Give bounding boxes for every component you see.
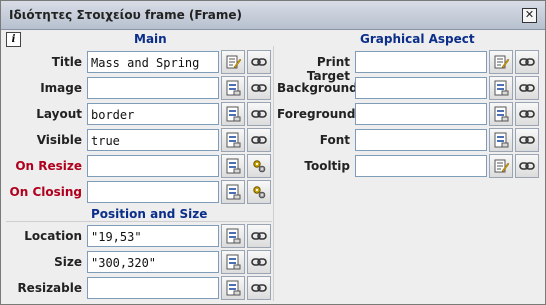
edit-text-button[interactable] [489,50,513,74]
link-icon [251,80,267,96]
main-on-resize-field[interactable] [87,155,219,177]
link-button[interactable] [515,76,539,100]
link-button[interactable] [247,276,271,300]
link-button[interactable] [247,76,271,100]
graphical-background-label: Background [277,81,358,95]
link-button[interactable] [247,128,271,152]
link-icon [251,106,267,122]
browse-button[interactable] [221,180,245,204]
link-button[interactable] [515,154,539,178]
edit-text-icon [493,158,509,174]
window-title: Ιδιότητες Στοιχείου frame (Frame) [9,8,242,22]
graphical-background-field[interactable] [355,77,487,99]
graphical-foreground-field[interactable] [355,103,487,125]
link-button[interactable] [247,50,271,74]
graphical-print-target-field[interactable] [355,51,487,73]
main-on-closing-label: On Closing [9,185,82,199]
browse-button[interactable] [489,128,513,152]
browse-icon [225,184,241,200]
link-icon [251,132,267,148]
main-visible-label: Visible [36,133,82,147]
position-resizable-field[interactable] [87,277,219,299]
main-on-closing-field[interactable] [87,181,219,203]
main-title-field[interactable]: Mass and Spring [87,51,219,73]
section-title-graphical: Graphical Aspect [360,32,475,46]
link-icon [519,80,535,96]
edit-text-button[interactable] [489,154,513,178]
title-bar[interactable]: Ιδιότητες Στοιχείου frame (Frame) ✕ [1,1,545,30]
main-layout-field[interactable]: border [87,103,219,125]
gear-button[interactable] [247,180,271,204]
position-size-field[interactable]: "300,320" [87,251,219,273]
link-icon [251,228,267,244]
graphical-font-label: Font [319,133,350,147]
position-location-field[interactable]: "19,53" [87,225,219,247]
link-icon [519,106,535,122]
properties-window: Ιδιότητες Στοιχείου frame (Frame) ✕ i Ma… [0,0,546,305]
browse-icon [493,80,509,96]
graphical-print-target-label: Print Target [306,55,350,83]
position-size-label: Size [54,255,82,269]
section-title-main: Main [134,32,167,46]
browse-button[interactable] [221,224,245,248]
link-icon [519,132,535,148]
browse-icon [225,106,241,122]
browse-icon [225,254,241,270]
main-title-label: Title [51,55,82,69]
link-button[interactable] [247,102,271,126]
gear-icon [251,184,267,200]
browse-button[interactable] [221,128,245,152]
link-icon [251,54,267,70]
browse-icon [493,106,509,122]
section-title-position: Position and Size [91,207,208,221]
main-on-resize-label: On Resize [15,159,82,173]
browse-icon [225,158,241,174]
browse-button[interactable] [221,154,245,178]
edit-text-button[interactable] [221,50,245,74]
position-location-label: Location [24,229,82,243]
graphical-tooltip-label: Tooltip [304,159,350,173]
browse-button[interactable] [221,250,245,274]
browse-button[interactable] [221,102,245,126]
close-button[interactable]: ✕ [522,8,537,23]
link-icon [251,254,267,270]
info-icon[interactable]: i [6,32,21,47]
gear-icon [251,158,267,174]
column-divider [273,46,274,301]
link-button[interactable] [515,50,539,74]
graphical-foreground-label: Foreground [277,107,356,121]
browse-icon [225,80,241,96]
browse-icon [225,228,241,244]
edit-text-icon [493,54,509,70]
graphical-tooltip-field[interactable] [355,155,487,177]
browse-button[interactable] [221,276,245,300]
graphical-font-field[interactable] [355,129,487,151]
link-button[interactable] [247,250,271,274]
edit-text-icon [225,54,241,70]
browse-button[interactable] [489,76,513,100]
link-button[interactable] [515,102,539,126]
browse-button[interactable] [489,102,513,126]
link-button[interactable] [247,224,271,248]
link-icon [519,158,535,174]
main-visible-field[interactable]: true [87,129,219,151]
browse-button[interactable] [221,76,245,100]
section-divider [6,221,272,222]
browse-icon [225,132,241,148]
gear-button[interactable] [247,154,271,178]
link-icon [251,280,267,296]
main-image-field[interactable] [87,77,219,99]
main-image-label: Image [40,81,82,95]
browse-icon [493,132,509,148]
position-resizable-label: Resizable [17,281,82,295]
link-button[interactable] [515,128,539,152]
main-layout-label: Layout [36,107,82,121]
link-icon [519,54,535,70]
browse-icon [225,280,241,296]
